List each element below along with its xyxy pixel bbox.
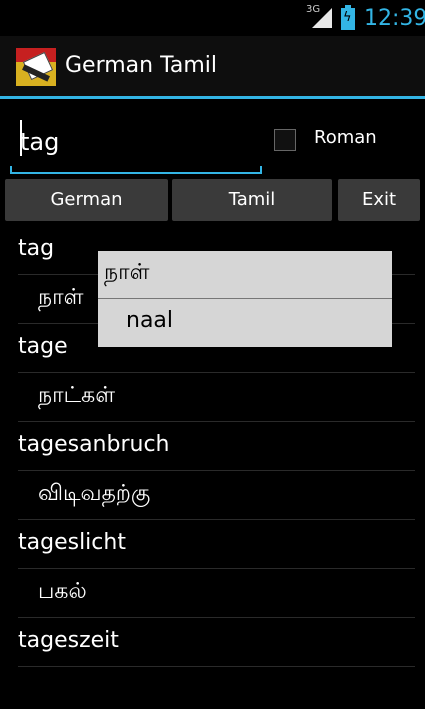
list-item[interactable]: விடிவதற்கு: [18, 471, 415, 520]
list-item[interactable]: நாட்கள்: [18, 373, 415, 422]
action-bar: German Tamil: [0, 36, 425, 96]
exit-button[interactable]: Exit: [338, 179, 420, 221]
search-input-underline: [10, 166, 262, 174]
list-item[interactable]: tagesanbruch: [18, 422, 415, 471]
tamil-button[interactable]: Tamil: [172, 179, 332, 221]
translation-popup[interactable]: நாள் naal: [98, 251, 392, 347]
status-bar: 3G ϟ 12:39: [0, 0, 425, 36]
popup-roman-row: naal: [98, 299, 392, 346]
app-icon[interactable]: [16, 48, 56, 86]
signal-icon: [312, 8, 332, 28]
list-item[interactable]: tageszeit: [18, 618, 415, 667]
search-input[interactable]: [10, 112, 272, 172]
popup-roman-text: naal: [126, 308, 174, 333]
german-button[interactable]: German: [5, 179, 168, 221]
list-item[interactable]: பகல்: [18, 569, 415, 618]
roman-checkbox[interactable]: [274, 129, 296, 151]
text-cursor: [20, 120, 22, 156]
battery-icon: ϟ: [341, 5, 355, 30]
popup-tamil-text: நாள்: [104, 260, 150, 285]
list-item[interactable]: tageslicht: [18, 520, 415, 569]
action-bar-divider: [0, 96, 425, 99]
clock: 12:39: [364, 6, 425, 31]
app-title: German Tamil: [65, 53, 218, 78]
popup-tamil-row: நாள்: [98, 251, 392, 299]
roman-label: Roman: [314, 127, 377, 148]
